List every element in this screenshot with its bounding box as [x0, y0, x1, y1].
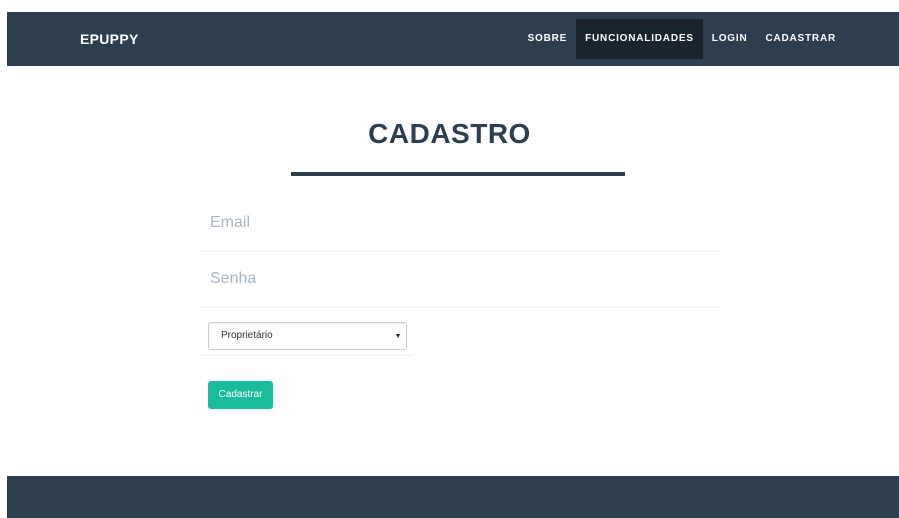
nav-item-sobre[interactable]: SOBRE	[519, 19, 577, 59]
footer	[7, 476, 899, 518]
brand-logo[interactable]: EPUPPY	[80, 12, 139, 66]
top-navbar: EPUPPY SOBRE FUNCIONALIDADES LOGIN CADAS…	[7, 12, 899, 66]
nav-item-login[interactable]: LOGIN	[703, 19, 757, 59]
chevron-down-icon	[396, 334, 400, 338]
nav-item-cadastrar[interactable]: CADASTRAR	[756, 19, 845, 59]
tipo-select-value: Proprietário	[221, 330, 273, 341]
tipo-field-group: Proprietário	[198, 313, 414, 356]
nav-menu: SOBRE FUNCIONALIDADES LOGIN CADASTRAR	[519, 19, 845, 59]
email-input[interactable]	[208, 202, 712, 244]
senha-input[interactable]	[208, 258, 712, 300]
page-title: CADASTRO	[368, 118, 531, 149]
nav-item-funcionalidades[interactable]: FUNCIONALIDADES	[576, 19, 703, 59]
title-divider	[291, 172, 625, 176]
cadastrar-button[interactable]: Cadastrar	[208, 381, 273, 409]
tipo-select[interactable]: Proprietário	[208, 322, 407, 350]
senha-field-group	[198, 252, 719, 308]
email-field-group	[198, 196, 719, 252]
